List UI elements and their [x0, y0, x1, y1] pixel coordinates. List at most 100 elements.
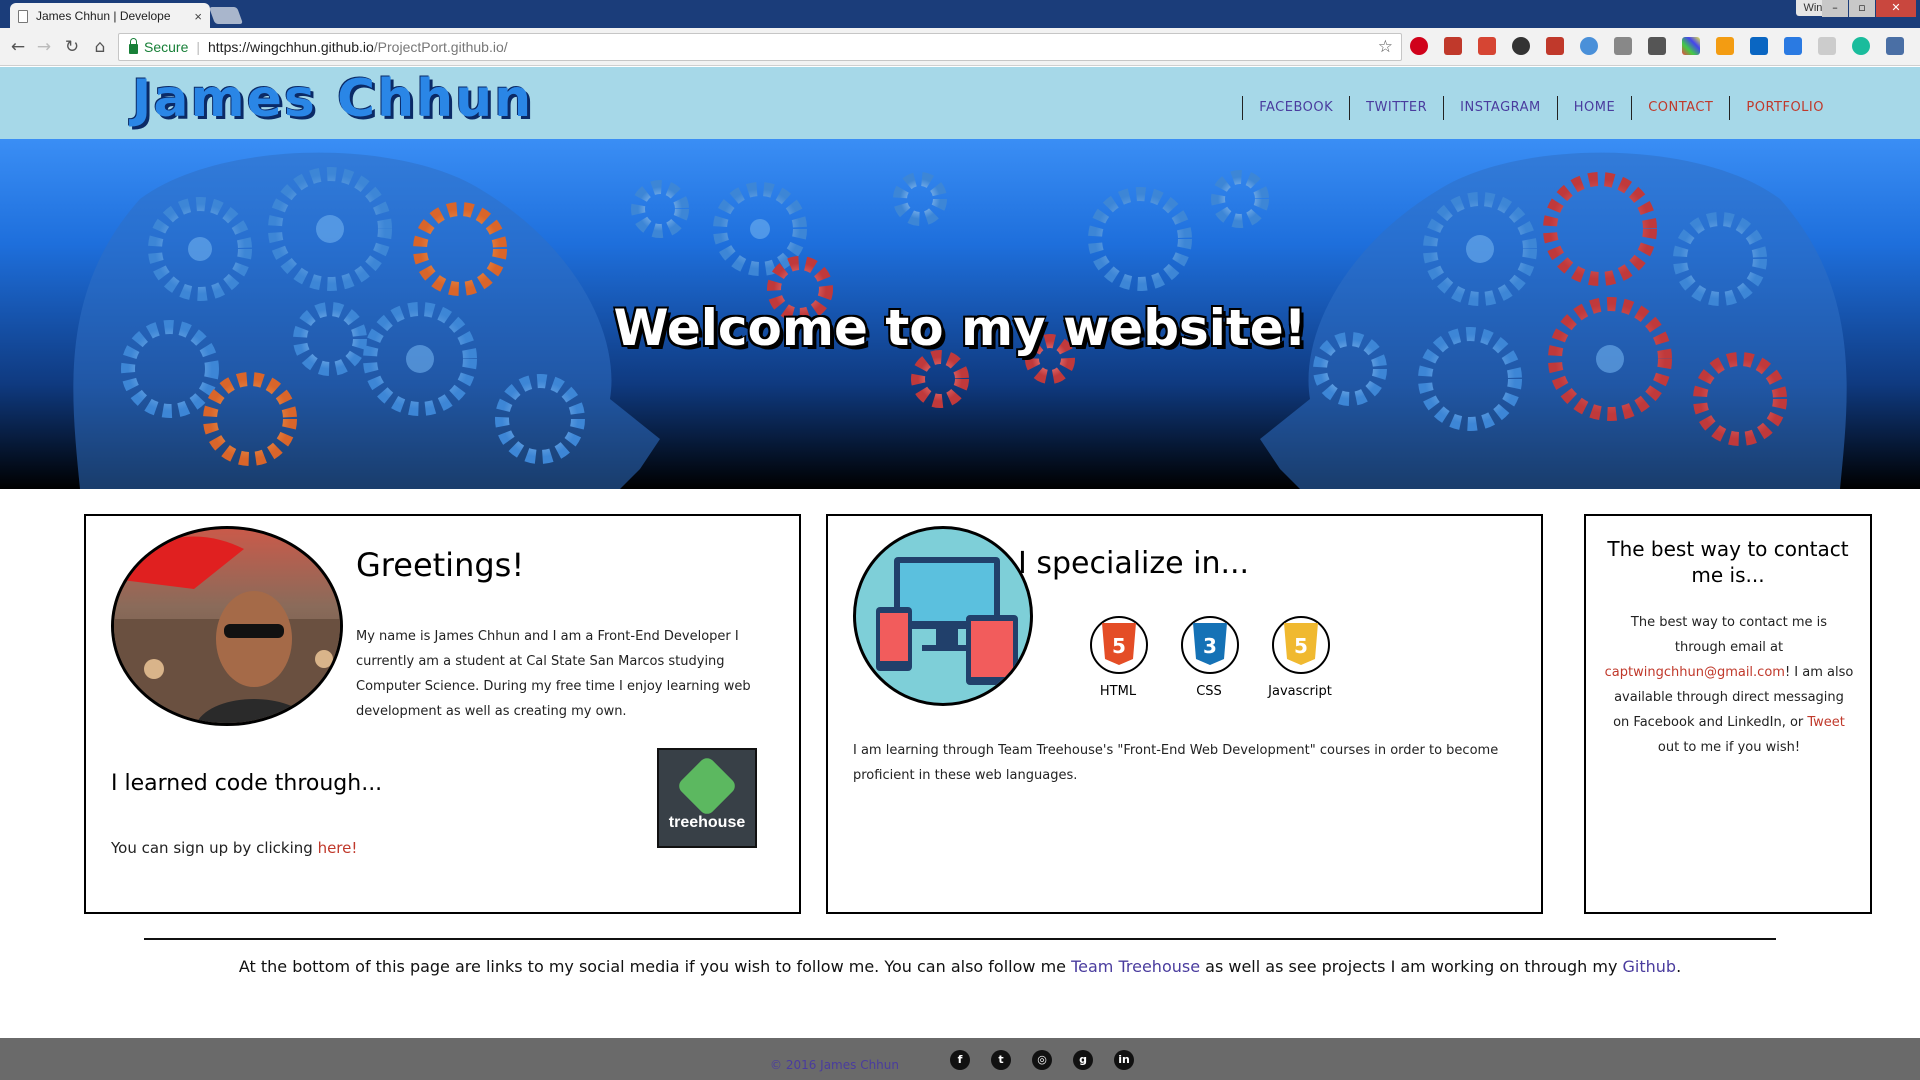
contact-text-3: out to me if you wish! — [1657, 740, 1801, 755]
tweet-link[interactable]: Tweet — [1807, 715, 1845, 730]
tab-title: James Chhun | Develope — [36, 9, 171, 23]
nav-home[interactable]: HOME — [1556, 96, 1631, 120]
url-host: https://wingchhun.github.io — [208, 39, 374, 55]
fullscreen-extension-icon[interactable] — [1886, 37, 1904, 55]
orange-extension-icon[interactable] — [1716, 37, 1734, 55]
site-header: James Chhun FACEBOOK TWITTER INSTAGRAM H… — [0, 67, 1920, 139]
window-controls: – ▫ ✕ — [1821, 0, 1916, 17]
javascript-icon: 5 — [1272, 616, 1330, 674]
extensions-bar: ⋮ — [1410, 37, 1920, 55]
site-footer: © 2016 James Chhun f t ◎ g in — [0, 1038, 1920, 1080]
address-separator: | — [196, 39, 200, 55]
html5-shield-icon: 5 — [1102, 623, 1136, 665]
javascript-shield-icon: 5 — [1284, 623, 1318, 665]
signup-text: You can sign up by clicking here! — [111, 836, 357, 861]
browser-toolbar: ← → ↻ ⌂ Secure | https://wingchhun.githu… — [0, 28, 1920, 66]
github-icon[interactable]: g — [1073, 1050, 1093, 1070]
svg-text:3: 3 — [1203, 634, 1217, 658]
css3-shield-icon: 3 — [1193, 623, 1227, 665]
skill-html-label: HTML — [1099, 684, 1137, 699]
site-nav: FACEBOOK TWITTER INSTAGRAM HOME CONTACT … — [1242, 96, 1840, 120]
svg-text:5: 5 — [1294, 634, 1308, 658]
contact-body: The best way to contact me is through em… — [1604, 610, 1854, 760]
greetings-card: Greetings! My name is James Chhun and I … — [84, 514, 801, 914]
html5-icon: 5 — [1090, 616, 1148, 674]
forward-icon[interactable]: → — [34, 37, 54, 57]
home-icon[interactable]: ⌂ — [90, 37, 110, 57]
contact-email-link[interactable]: captwingchhun@gmail.com — [1605, 665, 1785, 680]
gray-extension-icon[interactable] — [1614, 37, 1632, 55]
contact-text-1: The best way to contact me is through em… — [1630, 615, 1828, 655]
specialize-card: I specialize in... 5 HTML 3 CSS 5 Javasc… — [826, 514, 1543, 914]
nav-portfolio[interactable]: PORTFOLIO — [1729, 96, 1840, 120]
browser-tab-bar: James Chhun | Develope × Wing – ▫ ✕ — [0, 0, 1920, 29]
grey-extension-icon[interactable] — [1818, 37, 1836, 55]
contact-card: The best way to contact me is... The bes… — [1584, 514, 1872, 914]
linkedin-icon[interactable]: in — [1114, 1050, 1134, 1070]
document-icon — [18, 9, 28, 23]
copyright: © 2016 James Chhun — [770, 1058, 899, 1072]
github-link[interactable]: Github — [1623, 957, 1677, 976]
blue-extension-icon[interactable] — [1580, 37, 1598, 55]
contact-title: The best way to contact me is... — [1607, 537, 1849, 587]
team-treehouse-link[interactable]: Team Treehouse — [1071, 957, 1200, 976]
footer-note: At the bottom of this page are links to … — [0, 957, 1920, 976]
search-extension-icon[interactable] — [1512, 37, 1530, 55]
red-extension-icon[interactable] — [1546, 37, 1564, 55]
todoist-extension-icon[interactable] — [1478, 37, 1496, 55]
svg-text:5: 5 — [1112, 634, 1126, 658]
greetings-title: Greetings! — [356, 546, 525, 584]
twitter-icon[interactable]: t — [991, 1050, 1011, 1070]
greetings-body: My name is James Chhun and I am a Front-… — [356, 629, 751, 719]
section-divider — [144, 938, 1776, 940]
devices-illustration — [853, 526, 1033, 706]
minimize-button[interactable]: – — [1822, 0, 1848, 17]
devices-icon — [876, 557, 1018, 685]
learned-title: I learned code through... — [111, 771, 383, 796]
specialize-title: I specialize in... — [1018, 546, 1250, 581]
tab-close-icon[interactable]: × — [194, 9, 202, 24]
nav-facebook[interactable]: FACEBOOK — [1242, 96, 1349, 120]
skill-javascript-label: Javascript — [1268, 684, 1332, 699]
css3-icon: 3 — [1181, 616, 1239, 674]
specialize-body: I am learning through Team Treehouse's "… — [853, 743, 1499, 783]
browser-tab[interactable]: James Chhun | Develope × — [10, 3, 210, 29]
color-extension-icon[interactable] — [1682, 37, 1700, 55]
hero-banner: Welcome to my website! — [0, 139, 1920, 489]
opera-extension-icon[interactable] — [1410, 37, 1428, 55]
facebook-icon[interactable]: f — [950, 1050, 970, 1070]
linkedin-extension-icon[interactable] — [1750, 37, 1768, 55]
footer-note-text-1: At the bottom of this page are links to … — [238, 957, 1072, 976]
skill-css-label: CSS — [1196, 684, 1222, 699]
web-page: James Chhun FACEBOOK TWITTER INSTAGRAM H… — [0, 67, 1920, 1080]
bookmark-star-icon[interactable]: ☆ — [1378, 37, 1393, 57]
maximize-button[interactable]: ▫ — [1849, 0, 1875, 17]
social-links: f t ◎ g in — [950, 1050, 1155, 1070]
treehouse-label: treehouse — [668, 814, 746, 831]
lock-icon — [129, 38, 138, 54]
media-extension-icon[interactable] — [1444, 37, 1462, 55]
screen-extension-icon[interactable] — [1648, 37, 1666, 55]
nav-twitter[interactable]: TWITTER — [1349, 96, 1443, 120]
signup-link[interactable]: here! — [318, 839, 358, 857]
hero-title: Welcome to my website! — [613, 299, 1307, 357]
footer-note-text-3: . — [1676, 957, 1682, 976]
address-bar[interactable]: Secure | https://wingchhun.github.io/Pro… — [118, 33, 1402, 61]
nav-instagram[interactable]: INSTAGRAM — [1443, 96, 1557, 120]
close-window-button[interactable]: ✕ — [1876, 0, 1916, 17]
treehouse-icon — [675, 754, 739, 818]
profile-photo — [111, 526, 343, 726]
instagram-icon[interactable]: ◎ — [1032, 1050, 1052, 1070]
secure-label: Secure — [144, 39, 189, 55]
back-icon[interactable]: ← — [8, 37, 28, 57]
treehouse-logo[interactable]: treehouse — [657, 748, 757, 848]
nav-contact[interactable]: CONTACT — [1631, 96, 1729, 120]
reload-icon[interactable]: ↻ — [62, 37, 82, 57]
download-extension-icon[interactable] — [1784, 37, 1802, 55]
signup-label: You can sign up by clicking — [111, 839, 318, 857]
site-logo[interactable]: James Chhun — [132, 69, 533, 129]
teal-extension-icon[interactable] — [1852, 37, 1870, 55]
photo-illustration — [114, 536, 340, 723]
url-path: /ProjectPort.github.io/ — [373, 39, 508, 55]
new-tab-button[interactable] — [208, 7, 244, 24]
